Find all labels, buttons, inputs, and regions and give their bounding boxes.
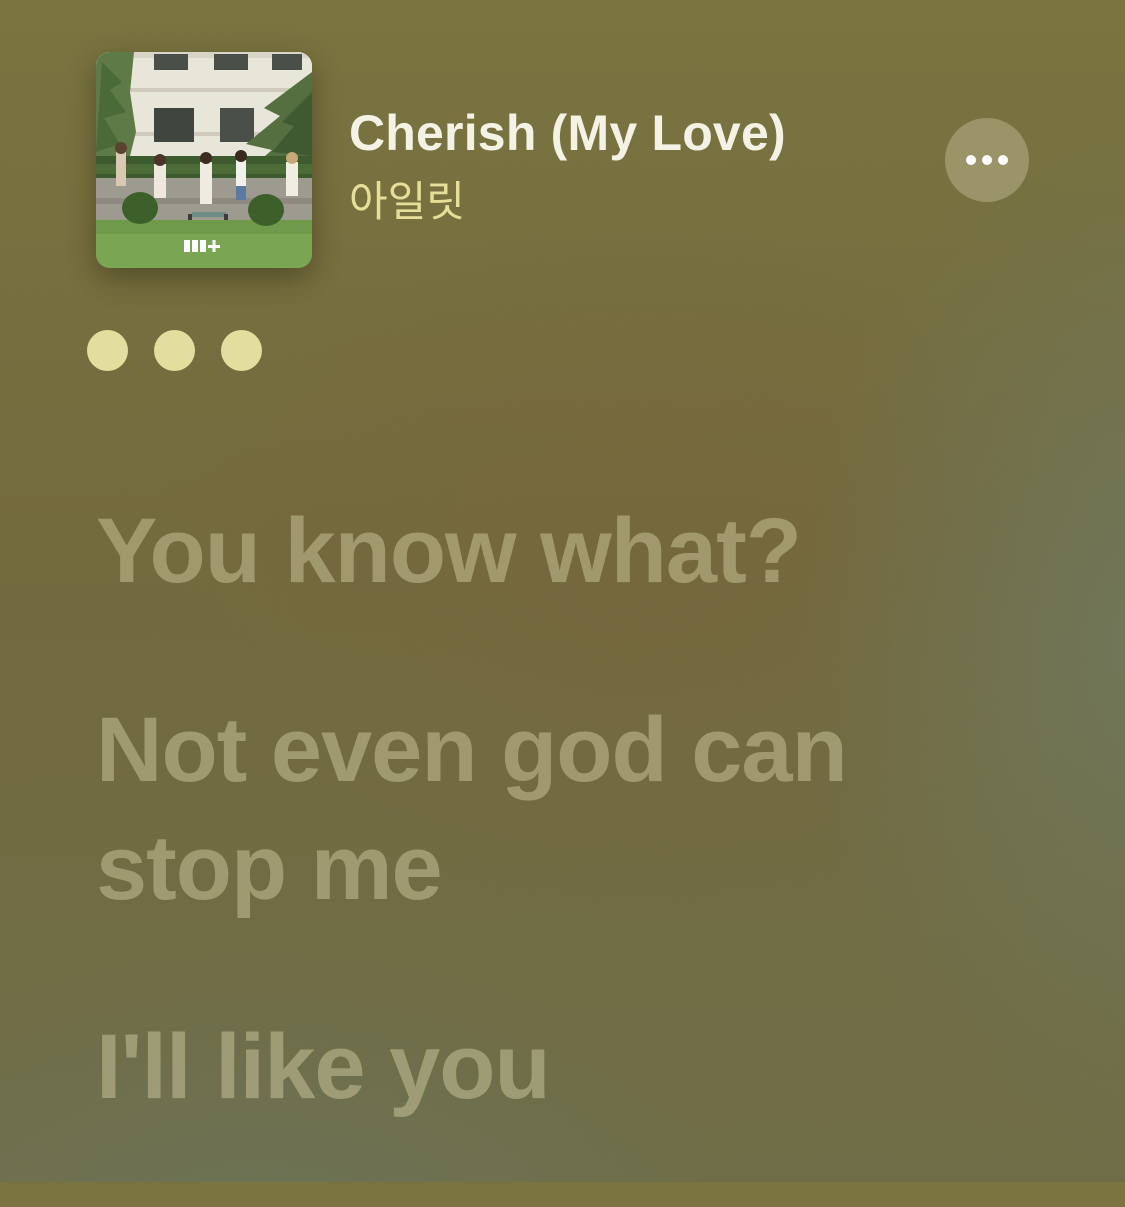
lyric-line[interactable]: Not even god can stop me [96, 691, 1076, 927]
lyrics-list: You know what? Not even god can stop me … [96, 492, 1076, 1207]
lyric-line[interactable]: I'll like you [96, 1008, 1076, 1126]
interlude-indicator [87, 330, 262, 371]
album-artwork-image [96, 52, 312, 268]
ellipsis-icon [966, 155, 1008, 165]
ellipsis-dot [998, 155, 1008, 165]
ellipsis-dot [982, 155, 992, 165]
album-artwork[interactable] [96, 52, 312, 268]
song-title[interactable]: Cherish (My Love) [349, 104, 786, 162]
interlude-dot [154, 330, 195, 371]
artist-name[interactable]: 아일릿 [349, 168, 465, 229]
ellipsis-dot [966, 155, 976, 165]
interlude-dot [87, 330, 128, 371]
now-playing-header: Cherish (My Love) 아일릿 [96, 52, 1031, 268]
more-options-button[interactable] [945, 118, 1029, 202]
interlude-dot [221, 330, 262, 371]
lyric-line[interactable]: You know what? [96, 492, 1076, 610]
